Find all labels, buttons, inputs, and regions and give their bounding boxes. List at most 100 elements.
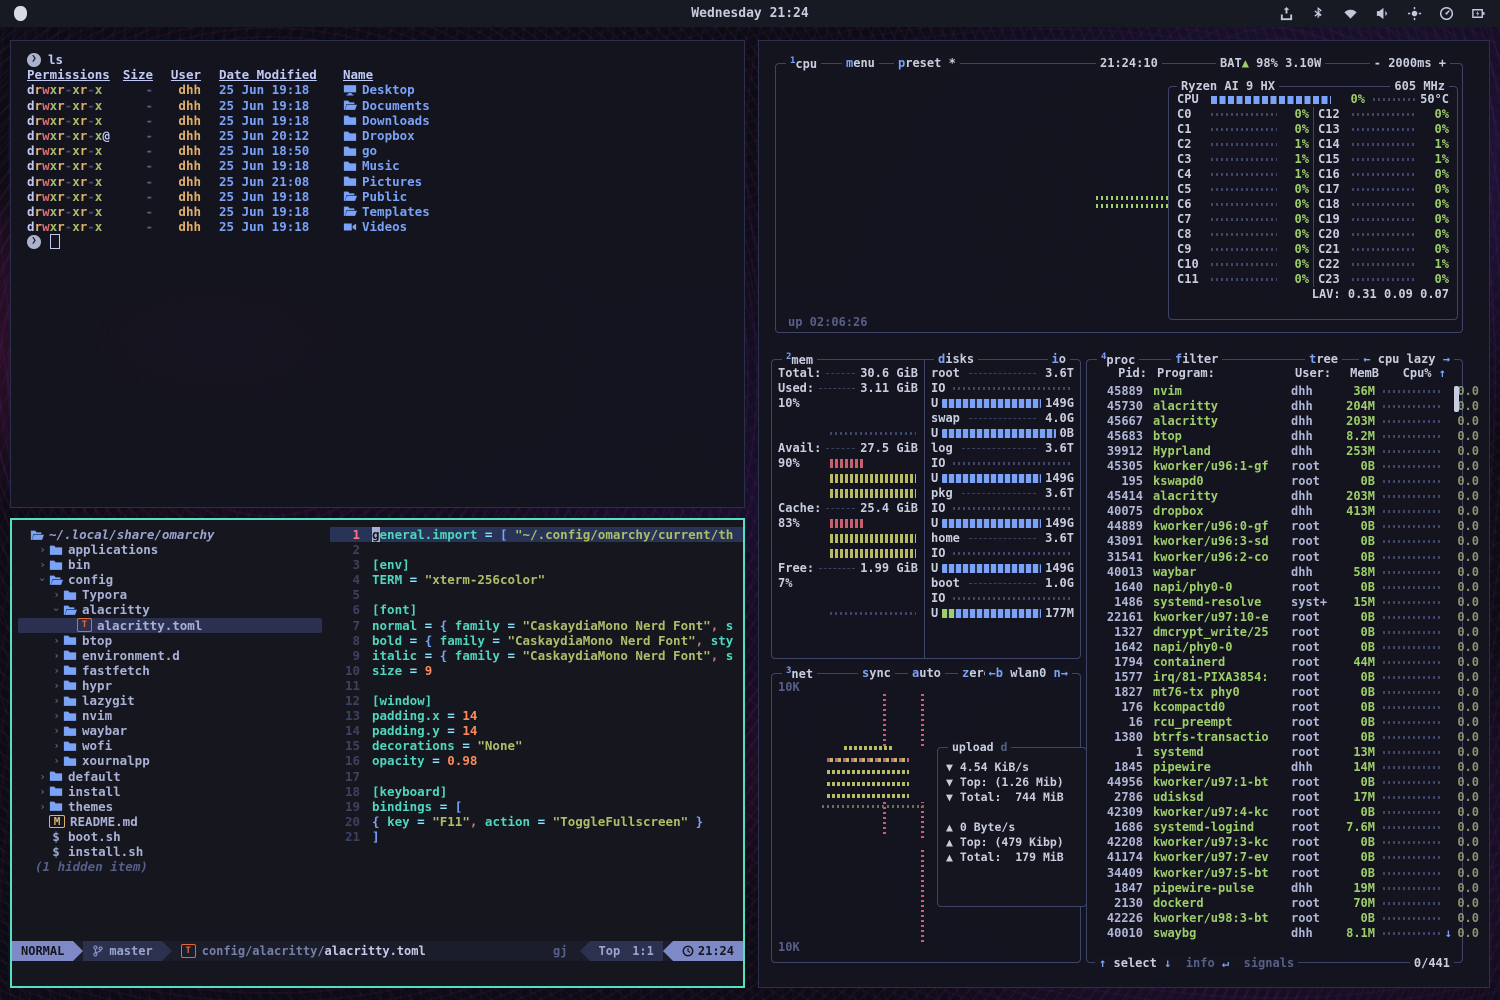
tree-root[interactable]: ~/.local/share/omarchy — [18, 527, 322, 542]
tree-item[interactable]: MREADME.md — [18, 814, 322, 829]
process-row[interactable]: 1794containerdroot44M0.0 — [1091, 655, 1458, 670]
net-sync-button[interactable]: sync — [858, 666, 895, 680]
process-row[interactable]: 41174kworker/u97:7-evroot0B0.0 — [1091, 850, 1458, 865]
permissions: drwxr-xr-x — [27, 174, 119, 189]
col-user[interactable]: User: — [1295, 366, 1337, 381]
tree-item[interactable]: ›btop — [18, 633, 322, 648]
proc-scrollbar[interactable] — [1454, 386, 1459, 412]
process-row[interactable]: 39912Hyprlanddhh253M0.0 — [1091, 444, 1458, 459]
process-row[interactable]: 44889kworker/u96:0-gfroot0B0.0 — [1091, 519, 1458, 534]
date-modified: 25 Jun 19:18 — [219, 158, 329, 173]
net-auto-button[interactable]: auto — [908, 666, 945, 680]
cpu-box-title[interactable]: 1cpu — [786, 56, 821, 71]
process-cpu: 0.0 — [1449, 550, 1479, 565]
tree-item[interactable]: $install.sh — [18, 844, 322, 859]
process-row[interactable]: 1380btrfs-transactioroot0B0.0 — [1091, 730, 1458, 745]
battery-icon[interactable] — [1471, 6, 1486, 21]
process-row[interactable]: 42208kworker/u97:3-kcroot0B0.0 — [1091, 835, 1458, 850]
gauge-icon[interactable] — [1439, 6, 1454, 21]
process-row[interactable]: 45667alacrittydhh203M0.0 — [1091, 414, 1458, 429]
file-tree[interactable]: ~/.local/share/omarchy›applications›bin›… — [12, 520, 330, 941]
process-row[interactable]: 176kcompactd0root0B0.0 — [1091, 700, 1458, 715]
process-row[interactable]: 2786udisksdroot17M0.0 — [1091, 790, 1458, 805]
terminal-window-ls[interactable]: ❯ ls Permissions Size User Date Modified… — [10, 40, 745, 508]
tree-item[interactable]: ›hypr — [18, 678, 322, 693]
tree-item[interactable]: Talacritty.toml — [18, 618, 322, 633]
tree-item[interactable]: ›themes — [18, 799, 322, 814]
process-row[interactable]: 42226kworker/u98:3-btroot0B0.0 — [1091, 911, 1458, 926]
process-row[interactable]: 45414alacrittydhh203M0.0 — [1091, 489, 1458, 504]
tree-toggle[interactable]: tree — [1305, 352, 1342, 366]
tree-item[interactable]: ›waybar — [18, 723, 322, 738]
process-row[interactable]: 40013waybardhh58M0.0 — [1091, 565, 1458, 580]
tree-item[interactable]: ›install — [18, 784, 322, 799]
process-row[interactable]: 22161kworker/u97:10-eroot0B0.0 — [1091, 610, 1458, 625]
net-interface-switcher[interactable]: ←b wlan0 n→ — [985, 666, 1073, 680]
tree-item[interactable]: ›alacritty — [18, 602, 322, 617]
tree-item[interactable]: ›lazygit — [18, 693, 322, 708]
tree-item[interactable]: $boot.sh — [18, 829, 322, 844]
process-row[interactable]: 40075dropboxdhh413M0.0 — [1091, 504, 1458, 519]
process-row[interactable]: 1640napi/phy0-0root0B0.0 — [1091, 580, 1458, 595]
io-toggle[interactable]: io — [1048, 352, 1070, 366]
process-row[interactable]: 43091kworker/u96:3-sdroot0B0.0 — [1091, 534, 1458, 549]
process-name: pipewire-pulse — [1153, 881, 1291, 896]
tree-item[interactable]: ›fastfetch — [18, 663, 322, 678]
tree-item[interactable]: ›default — [18, 769, 322, 784]
tree-item[interactable]: ›xournalpp — [18, 753, 322, 768]
process-row[interactable]: 34409kworker/u97:5-btroot0B0.0 — [1091, 866, 1458, 881]
menu-button[interactable]: menu — [842, 56, 879, 70]
process-row[interactable]: 45683btopdhh8.2M0.0 — [1091, 429, 1458, 444]
wifi-icon[interactable] — [1343, 6, 1358, 21]
proc-box-title[interactable]: 4proc — [1097, 352, 1139, 367]
process-row[interactable]: 31541kworker/u96:2-coroot0B0.0 — [1091, 550, 1458, 565]
process-row[interactable]: 1systemdroot13M0.0 — [1091, 745, 1458, 760]
process-row[interactable]: 1486systemd-resolvesyst+15M0.0 — [1091, 595, 1458, 610]
btop-window[interactable]: 1cpu menu preset * 21:24:10 BAT▲ 98% 3.1… — [758, 40, 1490, 988]
col-program[interactable]: Program: — [1157, 366, 1295, 381]
tree-item[interactable]: ›Typora — [18, 587, 322, 602]
sort-column-switcher[interactable]: ← cpu lazy → — [1359, 352, 1454, 366]
tree-item[interactable]: ›applications — [18, 542, 322, 557]
core-name: C14 — [1318, 137, 1348, 152]
tree-item[interactable]: ›bin — [18, 557, 322, 572]
process-row[interactable]: 42309kworker/u97:4-kcroot0B0.0 — [1091, 805, 1458, 820]
tree-item[interactable]: ›environment.d — [18, 648, 322, 663]
preset-button[interactable]: preset * — [894, 56, 960, 70]
mem-box-title[interactable]: 2mem — [782, 352, 817, 367]
process-row[interactable]: 40010swaybgdhh8.1M0.0 — [1091, 926, 1458, 941]
process-row[interactable]: 16rcu_preemptroot0B0.0 — [1091, 715, 1458, 730]
col-memb[interactable]: MemB — [1337, 366, 1379, 381]
process-row[interactable]: 45730alacrittydhh204M0.0 — [1091, 399, 1458, 414]
col-cpu[interactable]: Cpu% ↑ — [1403, 366, 1446, 381]
process-row[interactable]: 45305kworker/u96:1-gfroot0B0.0 — [1091, 459, 1458, 474]
volume-icon[interactable] — [1375, 6, 1390, 21]
filter-button[interactable]: filter — [1171, 352, 1222, 366]
screencast-icon[interactable] — [1407, 6, 1422, 21]
bluetooth-icon[interactable] — [1311, 6, 1326, 21]
process-row[interactable]: 1577irq/81-PIXA3854:root0B0.0 — [1091, 670, 1458, 685]
process-row[interactable]: 1845pipewiredhh14M0.0 — [1091, 760, 1458, 775]
process-row[interactable]: 1642napi/phy0-0root0B0.0 — [1091, 640, 1458, 655]
process-row[interactable]: 44956kworker/u97:1-btroot0B0.0 — [1091, 775, 1458, 790]
tree-item[interactable]: ›nvim — [18, 708, 322, 723]
net-box-title[interactable]: 3net — [782, 666, 817, 681]
process-row[interactable]: 195kswapd0root0B0.0 — [1091, 474, 1458, 489]
tree-item[interactable]: ›wofi — [18, 738, 322, 753]
process-row[interactable]: 1827mt76-tx phy0root0B0.0 — [1091, 685, 1458, 700]
update-interval-control[interactable]: - 2000ms + — [1370, 56, 1450, 70]
disks-toggle[interactable]: disks — [934, 352, 978, 366]
tree-item[interactable]: ›config — [18, 572, 322, 587]
core-meter — [1211, 128, 1277, 131]
editor-pane[interactable]: 1general.import = [ "~/.config/omarchy/c… — [330, 520, 743, 941]
update-icon[interactable] — [1279, 6, 1294, 21]
process-row[interactable]: 1327dmcrypt_write/25root0B0.0 — [1091, 625, 1458, 640]
neovim-window[interactable]: ~/.local/share/omarchy›applications›bin›… — [10, 518, 745, 988]
process-row[interactable]: 1847pipewire-pulsedhh19M0.0 — [1091, 881, 1458, 896]
process-row[interactable]: 2130dockerdroot70M0.0 — [1091, 896, 1458, 911]
process-mem: 203M — [1333, 414, 1375, 429]
process-row[interactable]: 1686systemd-logindroot7.6M0.0 — [1091, 820, 1458, 835]
process-row[interactable]: 45889nvimdhh36M0.0 — [1091, 384, 1458, 399]
col-pid[interactable]: Pid: — [1095, 366, 1147, 381]
process-cpu: 0.0 — [1449, 850, 1479, 865]
